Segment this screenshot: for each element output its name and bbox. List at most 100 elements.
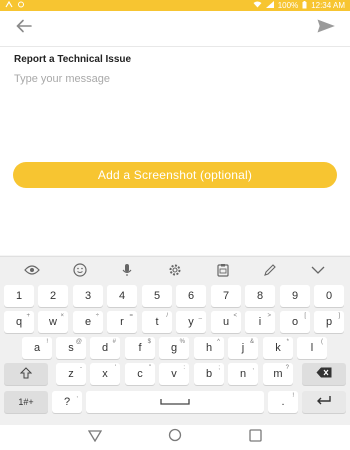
key-alt-char: !	[292, 393, 294, 399]
key-a[interactable]: a!	[22, 337, 52, 359]
key-u[interactable]: u <	[211, 311, 241, 333]
key-9[interactable]: 9	[280, 285, 310, 307]
key-5[interactable]: 5	[142, 285, 172, 307]
emoji-icon[interactable]	[68, 260, 92, 280]
key-6[interactable]: 6	[176, 285, 206, 307]
key-char: y	[188, 316, 194, 328]
gear-icon[interactable]	[163, 260, 187, 280]
key-q[interactable]: q +	[4, 311, 34, 333]
message-input[interactable]	[14, 73, 336, 173]
key-c[interactable]: c "	[125, 363, 155, 385]
key-char: ?	[63, 396, 71, 408]
key-w[interactable]: w ×	[38, 311, 68, 333]
key-char: x	[102, 368, 108, 380]
key-alt-char: &	[249, 339, 254, 345]
key-char: l	[310, 342, 314, 354]
key-y[interactable]: y _	[176, 311, 206, 333]
wifi-icon	[253, 1, 262, 10]
enter-key[interactable]	[302, 391, 346, 413]
clipboard-icon[interactable]	[211, 260, 235, 280]
space-key[interactable]	[86, 391, 264, 413]
backspace-icon	[316, 367, 332, 381]
period-key[interactable]: .!	[268, 391, 298, 413]
send-button[interactable]	[312, 15, 340, 43]
key-alt-char: *	[286, 339, 289, 345]
key-char: g	[170, 342, 178, 354]
key-3[interactable]: 3	[73, 285, 103, 307]
key-1[interactable]: 1	[4, 285, 34, 307]
key-4[interactable]: 4	[107, 285, 137, 307]
pen-icon[interactable]	[258, 260, 282, 280]
key-v[interactable]: v:	[159, 363, 189, 385]
sticker-face-icon[interactable]	[20, 260, 44, 280]
key-m[interactable]: m?	[263, 363, 293, 385]
letter-row-2: a! s @ d # f $ g% h ^ j & k * l(	[0, 337, 350, 359]
home-nav-button[interactable]	[168, 428, 182, 447]
key-e[interactable]: e ÷	[73, 311, 103, 333]
key-t[interactable]: t /	[142, 311, 172, 333]
key-f[interactable]: f $	[125, 337, 155, 359]
key-alt-char: ,	[76, 393, 78, 399]
key-d[interactable]: d #	[90, 337, 120, 359]
enter-icon	[316, 395, 332, 409]
notification-icons	[5, 0, 25, 10]
key-alt-char: [	[304, 313, 306, 319]
key-alt-char: =	[129, 313, 133, 319]
send-icon	[317, 19, 335, 38]
key-alt-char: /	[166, 313, 168, 319]
back-button[interactable]	[10, 15, 38, 43]
app-notification-icon	[5, 0, 13, 10]
key-alt-char: ,	[252, 365, 254, 371]
add-screenshot-button[interactable]: Add a Screenshot (optional)	[13, 162, 337, 188]
key-i[interactable]: i >	[245, 311, 275, 333]
key-char: o	[291, 316, 299, 328]
clock: 12:34 AM	[311, 1, 345, 10]
key-char: z	[68, 368, 74, 380]
key-z[interactable]: z-	[56, 363, 86, 385]
key-char: i	[258, 316, 262, 328]
recents-nav-button[interactable]	[249, 428, 262, 447]
key-k[interactable]: k *	[263, 337, 293, 359]
key-x[interactable]: x '	[90, 363, 120, 385]
app-notification-icon	[17, 1, 25, 10]
key-7[interactable]: 7	[211, 285, 241, 307]
key-char: n	[239, 368, 247, 380]
shift-key[interactable]	[4, 363, 48, 385]
microphone-icon[interactable]	[115, 260, 139, 280]
key-char: e	[84, 316, 92, 328]
symbols-key[interactable]: 1#+	[4, 391, 48, 413]
key-alt-char: ?	[285, 365, 289, 371]
key-2[interactable]: 2	[38, 285, 68, 307]
key-char: v	[171, 368, 177, 380]
page-title: Report a Technical Issue	[14, 54, 132, 65]
key-alt-char: -	[80, 365, 82, 371]
backspace-key[interactable]	[302, 363, 346, 385]
key-l[interactable]: l(	[297, 337, 327, 359]
key-j[interactable]: j &	[228, 337, 258, 359]
key-h[interactable]: h ^	[194, 337, 224, 359]
number-row: 1 2 3 4 5 6 7 8 9 0	[0, 285, 350, 307]
key-char: f	[138, 342, 142, 354]
key-0[interactable]: 0	[314, 285, 344, 307]
question-key[interactable]: ?,	[52, 391, 82, 413]
key-o[interactable]: o[	[280, 311, 310, 333]
key-8[interactable]: 8	[245, 285, 275, 307]
chevron-down-icon[interactable]	[306, 260, 330, 280]
key-alt-char: <	[233, 313, 237, 319]
key-p[interactable]: p]	[314, 311, 344, 333]
key-n[interactable]: n,	[228, 363, 258, 385]
status-bar: 100% 12:34 AM	[0, 0, 350, 11]
key-alt-char: '	[114, 365, 116, 371]
key-g[interactable]: g%	[159, 337, 189, 359]
key-s[interactable]: s @	[56, 337, 86, 359]
key-alt-char: ]	[338, 313, 340, 319]
key-r[interactable]: r =	[107, 311, 137, 333]
key-char: .	[281, 396, 285, 408]
key-alt-char: :	[183, 365, 185, 371]
key-char: b	[205, 368, 213, 380]
back-nav-button[interactable]	[88, 429, 103, 447]
key-char: c	[137, 368, 143, 380]
key-b[interactable]: b;	[194, 363, 224, 385]
key-char: d	[101, 342, 109, 354]
battery-icon	[302, 0, 307, 11]
